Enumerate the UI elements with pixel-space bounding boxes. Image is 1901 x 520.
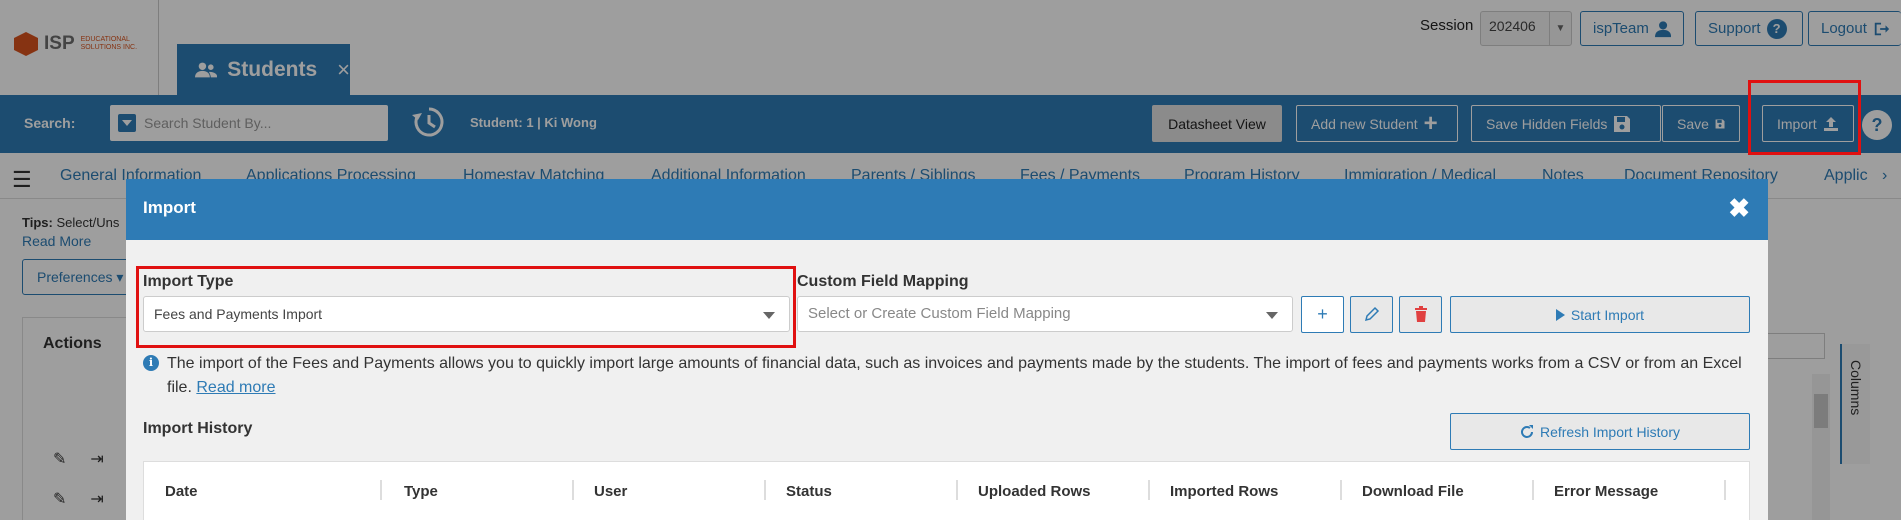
column-download-file[interactable]: Download File — [1362, 483, 1464, 500]
column-type[interactable]: Type — [404, 483, 438, 500]
refresh-label: Refresh Import History — [1539, 423, 1681, 440]
custom-mapping-placeholder: Select or Create Custom Field Mapping — [808, 305, 1071, 322]
highlight-import-button — [1748, 80, 1861, 155]
column-error-message[interactable]: Error Message — [1554, 483, 1658, 500]
column-divider[interactable] — [1724, 480, 1726, 500]
edit-mapping-button[interactable] — [1350, 296, 1393, 333]
refresh-icon — [1520, 424, 1533, 438]
import-dialog: Import ✖ Import Type Fees and Payments I… — [126, 179, 1768, 520]
column-imported-rows[interactable]: Imported Rows — [1170, 483, 1278, 500]
dialog-title: Import — [143, 198, 196, 217]
delete-mapping-button[interactable] — [1399, 296, 1442, 333]
import-history-table-header: Date Type User Status Uploaded Rows Impo… — [143, 461, 1750, 520]
column-uploaded-rows[interactable]: Uploaded Rows — [978, 483, 1091, 500]
import-history-label: Import History — [143, 420, 253, 437]
import-info-text: The import of the Fees and Payments allo… — [167, 352, 1743, 400]
trash-icon — [1414, 306, 1427, 322]
highlight-import-type — [136, 266, 796, 348]
plus-icon: + — [1317, 304, 1328, 324]
column-date[interactable]: Date — [165, 483, 198, 500]
custom-mapping-select[interactable]: Select or Create Custom Field Mapping — [797, 296, 1293, 332]
caret-down-icon — [1266, 312, 1278, 319]
import-info-body: The import of the Fees and Payments allo… — [167, 355, 1742, 396]
start-import-label: Start Import — [1570, 306, 1645, 323]
close-icon[interactable]: ✖ — [1728, 193, 1750, 224]
read-more-link[interactable]: Read more — [196, 379, 275, 396]
column-divider[interactable] — [572, 480, 574, 500]
custom-mapping-label: Custom Field Mapping — [797, 273, 969, 290]
play-icon — [1555, 308, 1565, 321]
column-divider[interactable] — [1340, 480, 1342, 500]
column-divider[interactable] — [1148, 480, 1150, 500]
column-divider[interactable] — [764, 480, 766, 500]
column-divider[interactable] — [1532, 480, 1534, 500]
import-info: i The import of the Fees and Payments al… — [143, 352, 1743, 400]
column-user[interactable]: User — [594, 483, 627, 500]
start-import-button[interactable]: Start Import — [1450, 296, 1750, 333]
column-divider[interactable] — [956, 480, 958, 500]
column-status[interactable]: Status — [786, 483, 832, 500]
pencil-icon — [1364, 306, 1379, 322]
info-icon: i — [143, 355, 159, 371]
add-mapping-button[interactable]: + — [1301, 296, 1344, 333]
dialog-header: Import ✖ — [126, 179, 1768, 240]
column-divider[interactable] — [380, 480, 382, 500]
refresh-import-history-button[interactable]: Refresh Import History — [1450, 413, 1750, 450]
